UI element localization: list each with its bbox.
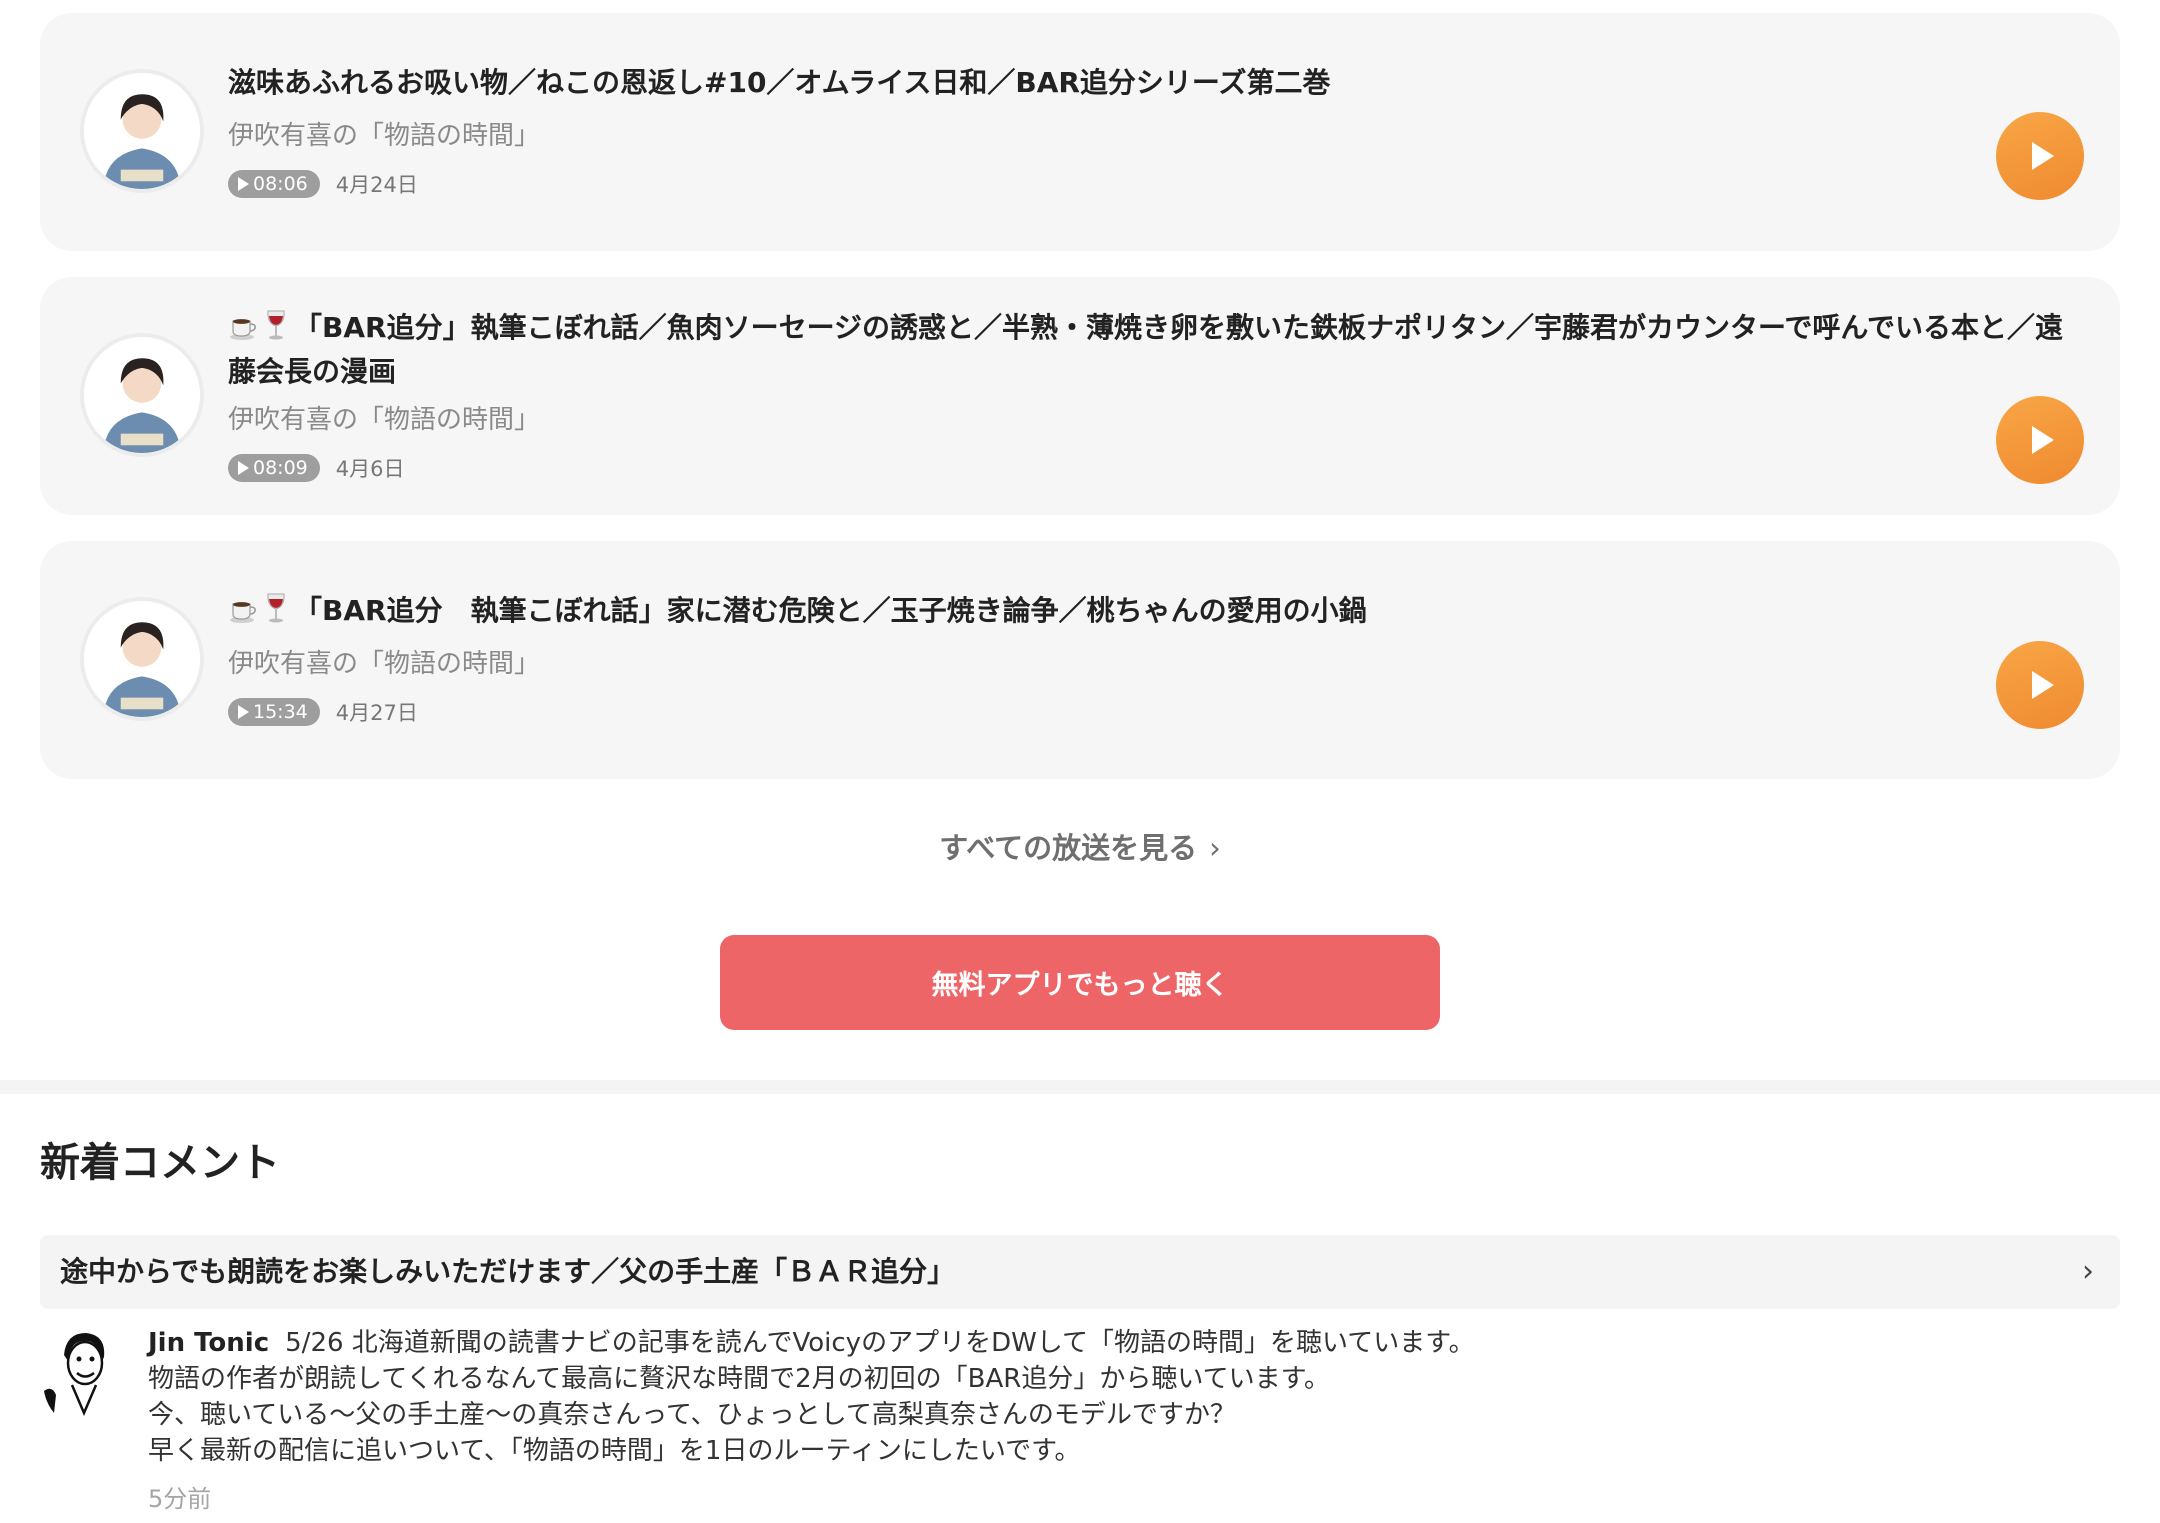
episode-date: 4月27日 [335,701,418,725]
episode-title-text: 「BAR追分」執筆こぼれ話／魚肉ソーセージの誘惑と／半熟・薄焼き卵を敷いた鉄板ナ… [228,311,2063,388]
comment-line: 今、聴いている〜父の手土産〜の真奈さんって、ひょっとして高梨真奈さんのモデルです… [148,1400,1236,1430]
duration-text: 08:06 [253,173,308,195]
wine-emoji-icon [264,309,288,352]
comment-timestamp: 5分前 [148,1485,212,1513]
episode-channel-name[interactable]: 伊吹有喜の「物語の時間」 [228,403,540,437]
play-icon [238,177,249,191]
episode-channel-name[interactable]: 伊吹有喜の「物語の時間」 [228,647,540,681]
episode-card[interactable]: 「BAR追分」執筆こぼれ話／魚肉ソーセージの誘惑と／半熟・薄焼き卵を敷いた鉄板ナ… [40,277,2120,515]
listen-in-app-button[interactable]: 無料アプリでもっと聴く [720,935,1440,1030]
chevron-right-icon: › [1209,831,1221,865]
duration-badge: 15:34 [228,698,320,726]
duration-badge: 08:09 [228,454,320,482]
episode-date: 4月6日 [335,457,405,481]
episode-meta: 08:06 4月24日 [228,170,418,198]
section-title: 新着コメント [40,1140,280,1186]
episode-title[interactable]: 滋味あふれるお吸い物／ねこの恩返し#10／オムライス日和／BAR追分シリーズ第二… [228,63,2080,103]
comment-episode-title: 途中からでも朗読をお楽しみいただけます／父の手土産「ＢＡＲ追分」 [60,1255,956,1288]
person-portrait-icon [84,337,200,453]
play-icon [2032,426,2054,454]
episode-meta: 08:09 4月6日 [228,454,405,482]
comment-body: Jin Tonic 5/26 北海道新聞の読書ナビの記事を読んでVoicyのアプリ… [148,1325,2108,1469]
commenter-avatar[interactable] [40,1325,124,1417]
cta-label: 無料アプリでもっと聴く [931,970,1229,1001]
comment-line: 物語の作者が朗読してくれるなんて最高に贅沢な時間で2月の初回の「BAR追分」から… [148,1364,1330,1394]
person-portrait-icon [84,601,200,717]
coffee-emoji-icon [228,311,258,352]
section-divider [0,1080,2160,1094]
play-button[interactable] [1996,641,2084,729]
episode-card[interactable]: 「BAR追分 執筆こぼれ話」家に潜む危険と／玉子焼き論争／桃ちゃんの愛用の小鍋 … [40,541,2120,779]
comment-line: 早く最新の配信に追いついて、「物語の時間」を1日のルーティンにしたいです。 [148,1436,1081,1466]
episode-channel-name[interactable]: 伊吹有喜の「物語の時間」 [228,119,540,153]
duration-text: 08:09 [253,457,308,479]
play-icon [2032,671,2054,699]
coffee-emoji-icon [228,594,258,635]
channel-avatar [80,333,204,457]
episode-meta: 15:34 4月27日 [228,698,418,726]
comment-text: 5/26 北海道新聞の読書ナビの記事を読んでVoicyのアプリをDWして「物語の… [285,1328,1475,1358]
play-icon [238,705,249,719]
person-portrait-icon [84,73,200,189]
chevron-right-icon: › [2082,1254,2094,1289]
play-button[interactable] [1996,112,2084,200]
commenter-name[interactable]: Jin Tonic [148,1328,269,1358]
episode-date: 4月24日 [335,173,418,197]
see-all-broadcasts-link[interactable]: すべての放送を見る › [0,823,2160,873]
episode-title-text: 「BAR追分 執筆こぼれ話」家に潜む危険と／玉子焼き論争／桃ちゃんの愛用の小鍋 [294,594,1367,627]
play-button[interactable] [1996,396,2084,484]
comment-episode-link[interactable]: 途中からでも朗読をお楽しみいただけます／父の手土産「ＢＡＲ追分」 › [40,1235,2120,1309]
duration-badge: 08:06 [228,170,320,198]
comment-line: Jin Tonic 5/26 北海道新聞の読書ナビの記事を読んでVoicyのアプリ… [148,1325,2108,1361]
channel-avatar [80,69,204,193]
sketch-portrait-icon [40,1325,124,1417]
wine-emoji-icon [264,592,288,635]
play-icon [2032,142,2054,170]
episode-title[interactable]: 「BAR追分」執筆こぼれ話／魚肉ソーセージの誘惑と／半熟・薄焼き卵を敷いた鉄板ナ… [228,308,2080,392]
duration-text: 15:34 [253,701,308,723]
episode-title[interactable]: 「BAR追分 執筆こぼれ話」家に潜む危険と／玉子焼き論争／桃ちゃんの愛用の小鍋 [228,591,2080,635]
play-icon [238,461,249,475]
see-all-label: すべての放送を見る [939,831,1198,865]
channel-avatar [80,597,204,721]
episode-card[interactable]: 滋味あふれるお吸い物／ねこの恩返し#10／オムライス日和／BAR追分シリーズ第二… [40,13,2120,251]
